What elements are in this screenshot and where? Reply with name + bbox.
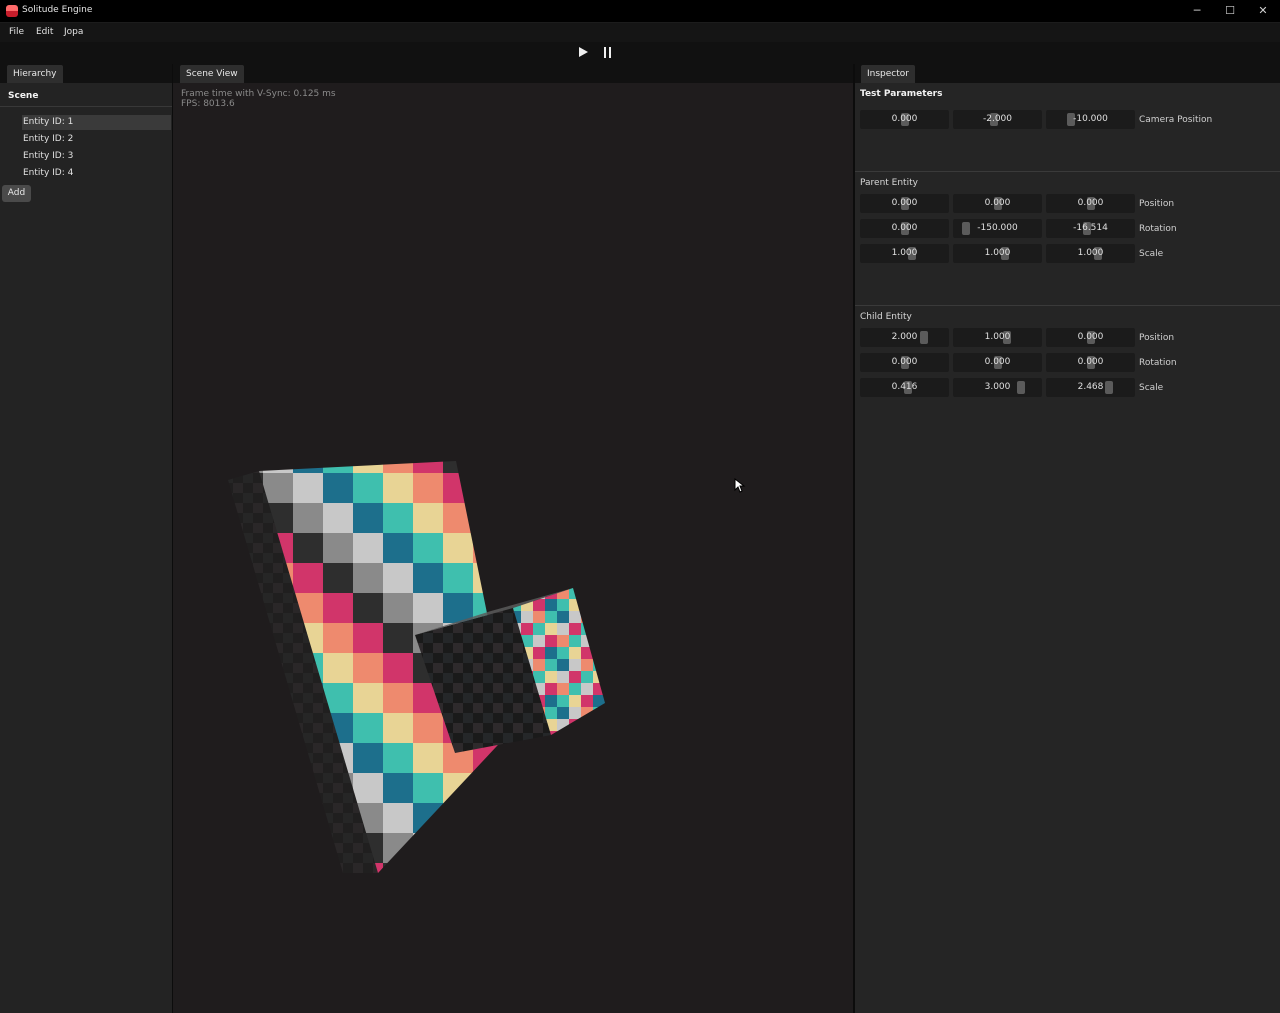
child-rotation-label: Rotation <box>1139 358 1177 368</box>
mouse-cursor-icon <box>734 478 746 493</box>
parent-scale-x-field[interactable]: 1.000 <box>860 244 949 263</box>
child-scale-label: Scale <box>1139 383 1164 393</box>
minimize-button[interactable]: ─ <box>1181 0 1213 22</box>
title-bar: Solitude Engine ─ ☐ ✕ <box>0 0 1280 23</box>
camera-position-y-field[interactable]: -2.000 <box>953 110 1042 129</box>
tab-inspector[interactable]: Inspector <box>861 65 915 83</box>
parent-rotation-z-field[interactable]: -16.514 <box>1046 219 1135 238</box>
tab-hierarchy[interactable]: Hierarchy <box>7 65 63 83</box>
divider <box>855 305 1280 306</box>
parent-rotation-label: Rotation <box>1139 224 1177 234</box>
divider <box>855 171 1280 172</box>
list-item-entity-4[interactable]: Entity ID: 4 <box>22 166 171 181</box>
child-entity-title: Child Entity <box>860 312 912 322</box>
rendered-cubes <box>228 461 605 873</box>
camera-position-x-field[interactable]: 0.000 <box>860 110 949 129</box>
scene-label: Scene <box>8 91 39 101</box>
child-rotation-z-field[interactable]: 0.000 <box>1046 353 1135 372</box>
menu-jopa[interactable]: Jopa <box>64 27 83 37</box>
hierarchy-panel: Hierarchy Scene Entity ID: 1 Entity ID: … <box>0 64 172 1013</box>
scene-viewport[interactable]: Frame time with V-Sync: 0.125 ms FPS: 80… <box>173 83 853 1013</box>
child-position-z-field[interactable]: 0.000 <box>1046 328 1135 347</box>
close-button[interactable]: ✕ <box>1247 0 1279 22</box>
camera-position-label: Camera Position <box>1139 115 1213 125</box>
child-scale-y-field[interactable]: 3.000 <box>953 378 1042 397</box>
menu-file[interactable]: File <box>9 27 24 37</box>
menu-bar: File Edit Jopa <box>0 23 1280 42</box>
add-entity-button[interactable]: Add <box>2 185 31 202</box>
child-scale-z-field[interactable]: 2.468 <box>1046 378 1135 397</box>
play-toolbar <box>0 42 1280 64</box>
scene-view-panel: Scene View Frame time with V-Sync: 0.125… <box>173 64 853 1013</box>
parent-position-label: Position <box>1139 199 1175 209</box>
child-position-label: Position <box>1139 333 1175 343</box>
test-parameters-title: Test Parameters <box>860 89 943 99</box>
maximize-button[interactable]: ☐ <box>1214 0 1246 22</box>
parent-scale-z-field[interactable]: 1.000 <box>1046 244 1135 263</box>
scene-view-tabbar: Scene View <box>173 64 853 83</box>
inspector-tabbar: Inspector <box>855 64 1280 83</box>
menu-edit[interactable]: Edit <box>36 27 53 37</box>
child-rotation-y-field[interactable]: 0.000 <box>953 353 1042 372</box>
window-title: Solitude Engine <box>22 5 93 15</box>
inspector-panel: Inspector Test Parameters 0.000 -2.000 -… <box>855 64 1280 1013</box>
list-item-entity-3[interactable]: Entity ID: 3 <box>22 149 171 164</box>
tab-scene-view[interactable]: Scene View <box>180 65 244 83</box>
parent-rotation-x-field[interactable]: 0.000 <box>860 219 949 238</box>
parent-position-z-field[interactable]: 0.000 <box>1046 194 1135 213</box>
child-position-x-field[interactable]: 2.000 <box>860 328 949 347</box>
child-scale-x-field[interactable]: 0.416 <box>860 378 949 397</box>
parent-rotation-y-field[interactable]: -150.000 <box>953 219 1042 238</box>
app-icon <box>6 5 18 17</box>
play-icon[interactable] <box>579 47 588 57</box>
hierarchy-tabbar: Hierarchy <box>0 64 172 83</box>
child-position-y-field[interactable]: 1.000 <box>953 328 1042 347</box>
list-item-entity-1[interactable]: Entity ID: 1 <box>22 115 171 130</box>
pause-icon[interactable] <box>604 47 611 58</box>
child-rotation-x-field[interactable]: 0.000 <box>860 353 949 372</box>
parent-scale-label: Scale <box>1139 249 1164 259</box>
divider <box>0 106 172 107</box>
list-item-entity-2[interactable]: Entity ID: 2 <box>22 132 171 147</box>
parent-position-x-field[interactable]: 0.000 <box>860 194 949 213</box>
parent-entity-title: Parent Entity <box>860 178 918 188</box>
parent-scale-y-field[interactable]: 1.000 <box>953 244 1042 263</box>
parent-position-y-field[interactable]: 0.000 <box>953 194 1042 213</box>
camera-position-z-field[interactable]: -10.000 <box>1046 110 1135 129</box>
